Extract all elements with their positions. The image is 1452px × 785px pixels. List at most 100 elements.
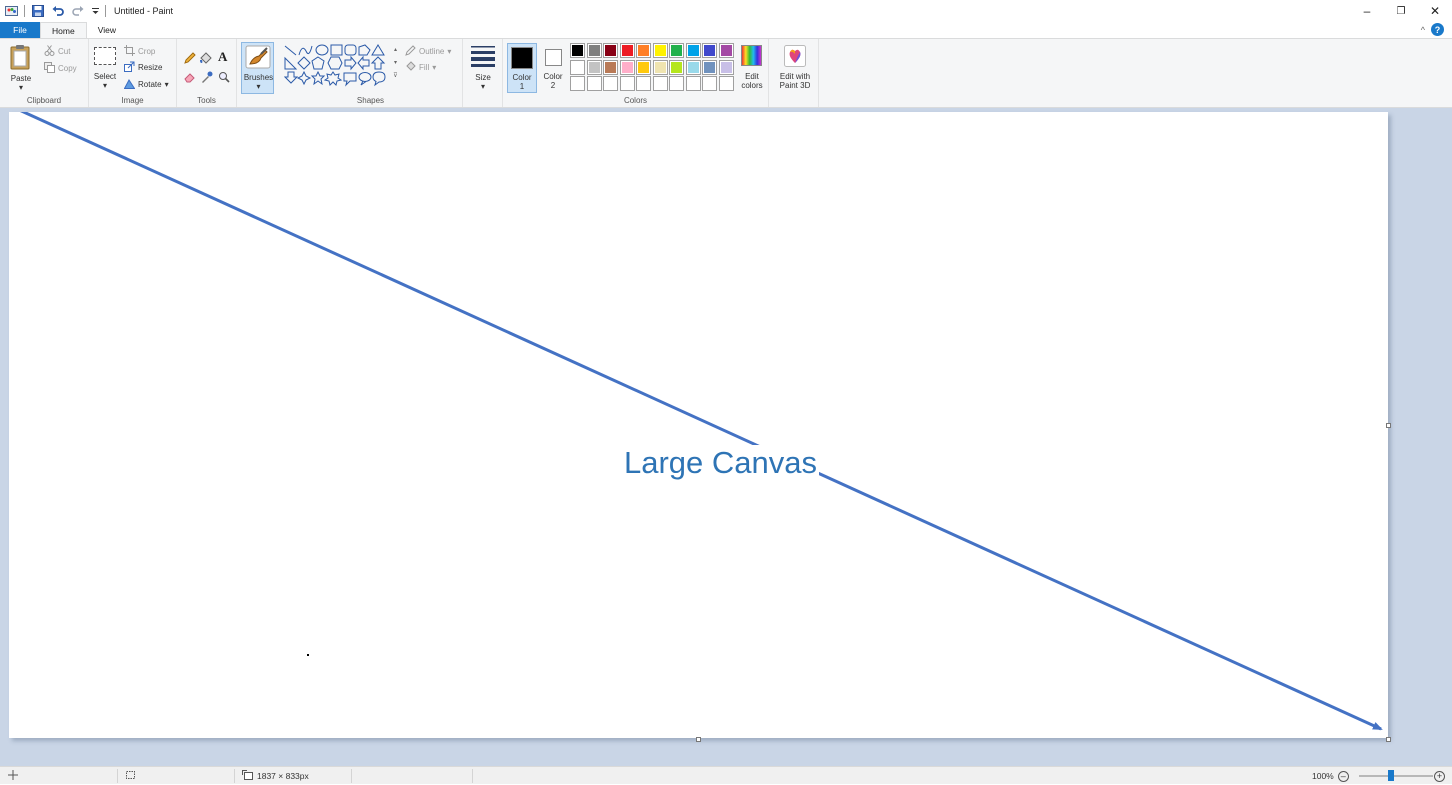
- image-group-label: Image: [121, 96, 144, 105]
- canvas-resize-handle-corner[interactable]: [1386, 737, 1391, 742]
- size-button[interactable]: Size ▾: [467, 43, 499, 95]
- palette-custom-empty-swatch[interactable]: [570, 76, 585, 91]
- palette-custom-empty-swatch[interactable]: [718, 76, 734, 91]
- palette-color-swatch[interactable]: [586, 59, 602, 75]
- palette-color-swatch[interactable]: [702, 59, 717, 75]
- magnifier-icon[interactable]: [218, 71, 230, 85]
- palette-custom-empty-swatch[interactable]: [685, 76, 701, 91]
- palette-color-swatch[interactable]: [603, 59, 618, 75]
- zoom-slider-thumb[interactable]: [1388, 770, 1394, 781]
- palette-custom-empty-swatch[interactable]: [702, 76, 717, 91]
- outline-dropdown-icon: ▾: [447, 46, 452, 56]
- canvas-drawing: [19, 112, 1383, 731]
- fill-button[interactable]: Fill ▾: [405, 60, 436, 74]
- palette-color-swatch[interactable]: [652, 43, 668, 58]
- customize-qat-icon[interactable]: [91, 4, 99, 18]
- crop-button[interactable]: Crop: [124, 44, 155, 58]
- palette-color-swatch[interactable]: [636, 59, 651, 75]
- cut-button[interactable]: Cut: [44, 44, 70, 58]
- minimize-button[interactable]: –: [1350, 0, 1384, 22]
- fill-icon: [405, 60, 416, 74]
- select-button[interactable]: Select ▾: [91, 45, 119, 93]
- resize-button[interactable]: Resize: [124, 60, 162, 74]
- palette-custom-empty-swatch[interactable]: [652, 76, 668, 91]
- palette-color-swatch[interactable]: [570, 59, 585, 75]
- shapes-group: ▴ ▾ ⊽ Outline ▾ Fill ▾ Shapes: [279, 39, 463, 107]
- size-dropdown-icon: ▾: [480, 82, 485, 91]
- palette-color-swatch[interactable]: [652, 59, 668, 75]
- undo-icon[interactable]: [51, 4, 65, 18]
- text-tool-icon[interactable]: A: [218, 49, 227, 65]
- outline-button[interactable]: Outline ▾: [405, 44, 451, 58]
- copy-button[interactable]: Copy: [44, 61, 77, 75]
- edit-colors-button[interactable]: Edit colors: [737, 43, 767, 93]
- paste-button[interactable]: Paste ▾: [8, 44, 34, 92]
- shapes-gallery[interactable]: [283, 44, 396, 90]
- palette-custom-empty-swatch[interactable]: [619, 76, 635, 91]
- collapse-ribbon-icon[interactable]: ^: [1421, 25, 1425, 35]
- save-icon[interactable]: [31, 4, 45, 18]
- color1-button[interactable]: Color 1: [507, 43, 537, 93]
- palette-color-swatch[interactable]: [636, 43, 651, 58]
- brush-icon: [245, 45, 271, 71]
- color-picker-icon[interactable]: [201, 71, 213, 85]
- drawing-canvas[interactable]: Large Canvas: [9, 112, 1388, 738]
- rotate-button[interactable]: Rotate ▾: [123, 77, 169, 91]
- zoom-slider-track[interactable]: [1359, 775, 1433, 777]
- canvas-text-label: Large Canvas: [622, 445, 820, 481]
- palette-color-fill: [605, 45, 616, 56]
- palette-color-swatch[interactable]: [669, 59, 684, 75]
- help-icon[interactable]: ?: [1431, 23, 1444, 36]
- zoom-out-button[interactable]: –: [1337, 770, 1349, 782]
- palette-color-swatch[interactable]: [685, 43, 701, 58]
- palette-color-swatch[interactable]: [619, 43, 635, 58]
- crosshair-icon: [8, 770, 18, 782]
- palette-color-swatch[interactable]: [669, 43, 684, 58]
- pencil-icon[interactable]: [184, 52, 196, 66]
- zoom-controls: 100% –: [1312, 767, 1349, 785]
- palette-color-swatch[interactable]: [603, 43, 618, 58]
- palette-custom-empty-swatch[interactable]: [586, 76, 602, 91]
- palette-color-swatch[interactable]: [586, 43, 602, 58]
- palette-color-swatch[interactable]: [685, 59, 701, 75]
- paint3d-label: Edit with: [779, 72, 811, 81]
- color2-button[interactable]: Color 2: [539, 43, 567, 93]
- close-button[interactable]: ✕: [1418, 0, 1452, 22]
- zoom-in-button[interactable]: +: [1434, 770, 1445, 782]
- zoom-level: 100%: [1312, 771, 1334, 781]
- copy-icon: [44, 61, 55, 75]
- palette-color-fill: [638, 61, 649, 73]
- restore-button[interactable]: ❐: [1384, 0, 1418, 22]
- palette-custom-empty-swatch[interactable]: [669, 76, 684, 91]
- palette-color-fill: [605, 61, 616, 73]
- palette-custom-empty-swatch[interactable]: [636, 76, 651, 91]
- palette-custom-empty-swatch[interactable]: [603, 76, 618, 91]
- size-label: Size: [475, 73, 491, 82]
- brushes-button[interactable]: Brushes ▾: [241, 42, 274, 94]
- palette-color-swatch[interactable]: [570, 43, 585, 58]
- redo-icon[interactable]: [71, 4, 85, 18]
- qat-separator: [105, 5, 106, 17]
- quick-access-toolbar: Untitled - Paint: [0, 0, 173, 22]
- shapes-scroll[interactable]: ▴ ▾ ⊽: [392, 44, 399, 86]
- tab-view[interactable]: View: [87, 22, 127, 38]
- canvas-resize-handle-right[interactable]: [1386, 423, 1391, 428]
- palette-color-swatch[interactable]: [718, 59, 734, 75]
- paint-app-icon[interactable]: [4, 4, 18, 18]
- canvas-resize-handle-bottom[interactable]: [696, 737, 701, 742]
- tab-file[interactable]: File: [0, 22, 40, 38]
- edit-with-paint3d-button[interactable]: Edit with Paint 3D: [773, 43, 817, 93]
- palette-color-swatch[interactable]: [718, 43, 734, 58]
- shapes-group-label: Shapes: [356, 96, 385, 105]
- palette-color-fill: [687, 45, 699, 56]
- palette-color-swatch[interactable]: [619, 59, 635, 75]
- tools-group: A Tools: [177, 39, 237, 107]
- palette-color-fill: [671, 45, 682, 56]
- select-label: Select: [93, 72, 117, 81]
- title-bar: Untitled - Paint – ❐ ✕: [0, 0, 1452, 22]
- fill-bucket-icon[interactable]: [199, 52, 212, 66]
- palette-color-swatch[interactable]: [702, 43, 717, 58]
- eraser-icon[interactable]: [184, 71, 196, 85]
- shapes-gallery-icons: [283, 44, 386, 87]
- tab-home[interactable]: Home: [40, 22, 87, 38]
